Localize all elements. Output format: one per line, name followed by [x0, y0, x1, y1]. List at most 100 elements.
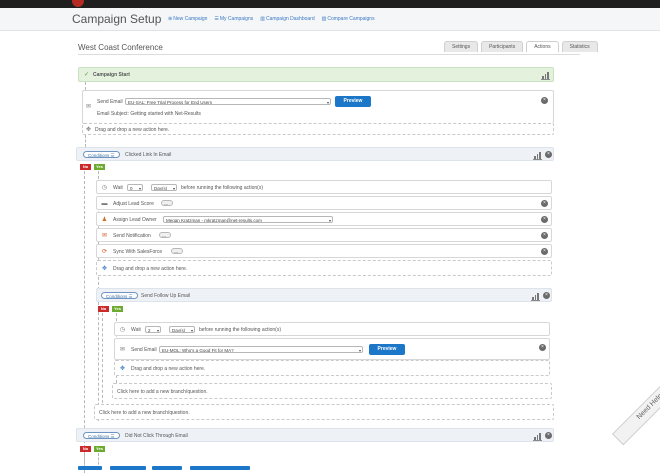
drop-zone[interactable]: ✥ Drag and drop a new action here. [114, 360, 550, 376]
chart-icon: ▥ [321, 16, 327, 22]
close-icon[interactable]: × [543, 292, 550, 299]
yes-branch-tab[interactable]: Yes [94, 164, 105, 170]
new-campaign-link[interactable]: ⊕New Campaign [168, 16, 207, 22]
close-icon[interactable]: × [545, 432, 552, 439]
flow-connector [85, 82, 86, 90]
tab-actions[interactable]: Actions [526, 41, 559, 52]
move-icon: ✥ [101, 266, 108, 272]
flow-connector [85, 135, 86, 147]
lead-owner-select[interactable]: Megan Kratzman - mkratzman@net-results.c… [163, 216, 333, 223]
preview-button[interactable]: Preview [335, 96, 371, 107]
statistics-icon[interactable] [541, 71, 550, 80]
yes-branch-tab[interactable]: Yes [112, 306, 123, 312]
page-header: Campaign Setup ⊕New Campaign ☰My Campaig… [0, 8, 660, 31]
brand-logo[interactable] [72, 0, 84, 7]
chevron-down-icon: ▾ [156, 328, 159, 333]
wait-unit: Day(s) [154, 186, 168, 191]
notification-select[interactable]: --- [159, 232, 171, 238]
close-icon[interactable]: × [541, 216, 548, 223]
wait-value-select[interactable]: 2 ▾ [145, 326, 161, 333]
close-icon[interactable]: × [539, 344, 546, 351]
clock-icon: ◷ [101, 185, 108, 191]
email-template-select[interactable]: EU-SAL: Free Trial Process for End Users… [125, 98, 331, 105]
drop-zone[interactable]: ✥ Drag and drop a new action here. [96, 260, 552, 276]
wait-unit-select[interactable]: Day(s) ▾ [169, 326, 195, 333]
clock-icon: ◷ [119, 327, 126, 333]
compare-campaigns-link[interactable]: ▥Compare Campaigns [322, 16, 375, 22]
bottom-button[interactable] [152, 466, 182, 470]
bottom-button[interactable] [110, 466, 146, 470]
campaign-dashboard-label: Campaign Dashboard [265, 16, 315, 22]
chevron-down-icon: ▾ [138, 186, 141, 191]
wait-value: 0 [130, 186, 133, 191]
email-icon: ✉ [85, 104, 92, 110]
sync-salesforce-action: ⟳ Sync With SalesForce --- × [96, 244, 552, 258]
wait-value: 2 [148, 328, 151, 333]
email-template-value: EU-SAL: Free Trial Process for End Users [128, 100, 213, 105]
wait-label: Wait [113, 185, 123, 191]
condition-row: Conditions ☰ Clicked Link In Email × [76, 147, 554, 161]
add-branch-zone[interactable]: Click here to add a new branch/question. [112, 383, 552, 399]
condition-label: Clicked Link In Email [125, 152, 172, 158]
campaign-name: West Coast Conference [78, 43, 163, 52]
close-icon[interactable]: × [541, 232, 548, 239]
close-icon[interactable]: × [541, 97, 548, 104]
salesforce-select[interactable]: --- [171, 248, 183, 254]
person-icon: ♟ [101, 217, 108, 223]
statistics-icon[interactable] [531, 292, 540, 301]
yes-branch-tab[interactable]: Yes [94, 446, 105, 452]
tab-settings[interactable]: Settings [444, 41, 479, 52]
wait-unit-select[interactable]: Day(s) ▾ [151, 184, 177, 191]
add-branch-zone[interactable]: Click here to add a new branch/question. [94, 404, 554, 420]
tab-statistics[interactable]: Statistics [561, 41, 598, 52]
conditions-badge-label: Conditions [88, 153, 110, 158]
assign-owner-action: ♟ Assign Lead Owner Megan Kratzman - mkr… [96, 212, 552, 226]
tab-participants[interactable]: Participants [481, 41, 524, 52]
sync-icon: ⟳ [101, 249, 108, 255]
statistics-icon[interactable] [533, 432, 542, 441]
adjust-score-select[interactable]: --- [161, 200, 173, 206]
wait-unit: Day(s) [172, 328, 186, 333]
plus-icon: ⊕ [168, 16, 173, 22]
close-icon[interactable]: × [545, 151, 552, 158]
no-branch-tab[interactable]: No [98, 306, 109, 312]
top-nav-bar [0, 0, 660, 8]
campaign-content: West Coast Conference Settings Participa… [72, 36, 598, 473]
email-subject-text: Email Subject: Getting started with Net-… [97, 111, 201, 117]
chevron-down-icon: ▾ [328, 218, 331, 223]
add-branch-label: Click here to add a new branch/question. [99, 410, 190, 416]
drop-zone[interactable]: ✥ Drag and drop a new action here. [82, 123, 554, 135]
conditions-badge[interactable]: Conditions ☰ [83, 151, 120, 158]
bottom-button[interactable] [78, 466, 102, 470]
need-help-tab[interactable]: Need Help [612, 368, 660, 446]
no-branch-tab[interactable]: No [80, 446, 91, 452]
send-email-label: Send Email [131, 347, 157, 353]
close-icon[interactable]: × [541, 200, 548, 207]
drop-zone-label: Drag and drop a new action here. [131, 366, 206, 372]
checkmark-icon: ✓ [83, 72, 90, 78]
preview-button[interactable]: Preview [369, 344, 405, 355]
email-template-value: EU-MQL: Who's a Good Fit for MA? [162, 348, 234, 353]
conditions-badge[interactable]: Conditions ☰ [101, 292, 138, 299]
conditions-badge-label: Conditions [106, 294, 128, 299]
my-campaigns-label: My Campaigns [219, 16, 254, 22]
no-branch-tab[interactable]: No [80, 164, 91, 170]
my-campaigns-link[interactable]: ☰My Campaigns [214, 16, 253, 22]
wait-value-select[interactable]: 0 ▾ [127, 184, 143, 191]
close-icon[interactable]: × [541, 248, 548, 255]
send-email-action: ✉ Send Email EU-SAL: Free Trial Process … [82, 90, 554, 124]
email-template-select[interactable]: EU-MQL: Who's a Good Fit for MA? ▾ [159, 346, 363, 353]
chevron-down-icon: ▾ [326, 100, 329, 105]
bottom-button[interactable] [190, 466, 250, 470]
wait-action: ◷ Wait 2 ▾ Day(s) ▾ before running the fol… [114, 322, 550, 336]
statistics-icon[interactable] [533, 151, 542, 160]
email-icon: ✉ [119, 347, 126, 353]
header-links: ⊕New Campaign ☰My Campaigns ▥Campaign Da… [168, 16, 375, 22]
condition-row: Conditions ☰ Did Not Click Through Email… [76, 428, 554, 442]
wait-action: ◷ Wait 0 ▾ Day(s) ▾ before running the fol… [96, 180, 552, 194]
conditions-badge[interactable]: Conditions ☰ [83, 432, 120, 439]
wait-suffix: before running the following action(s) [181, 185, 263, 191]
campaign-dashboard-link[interactable]: ▥Campaign Dashboard [260, 16, 314, 22]
condition-label: Did Not Click Through Email [125, 433, 188, 439]
wait-suffix: before running the following action(s) [199, 327, 281, 333]
